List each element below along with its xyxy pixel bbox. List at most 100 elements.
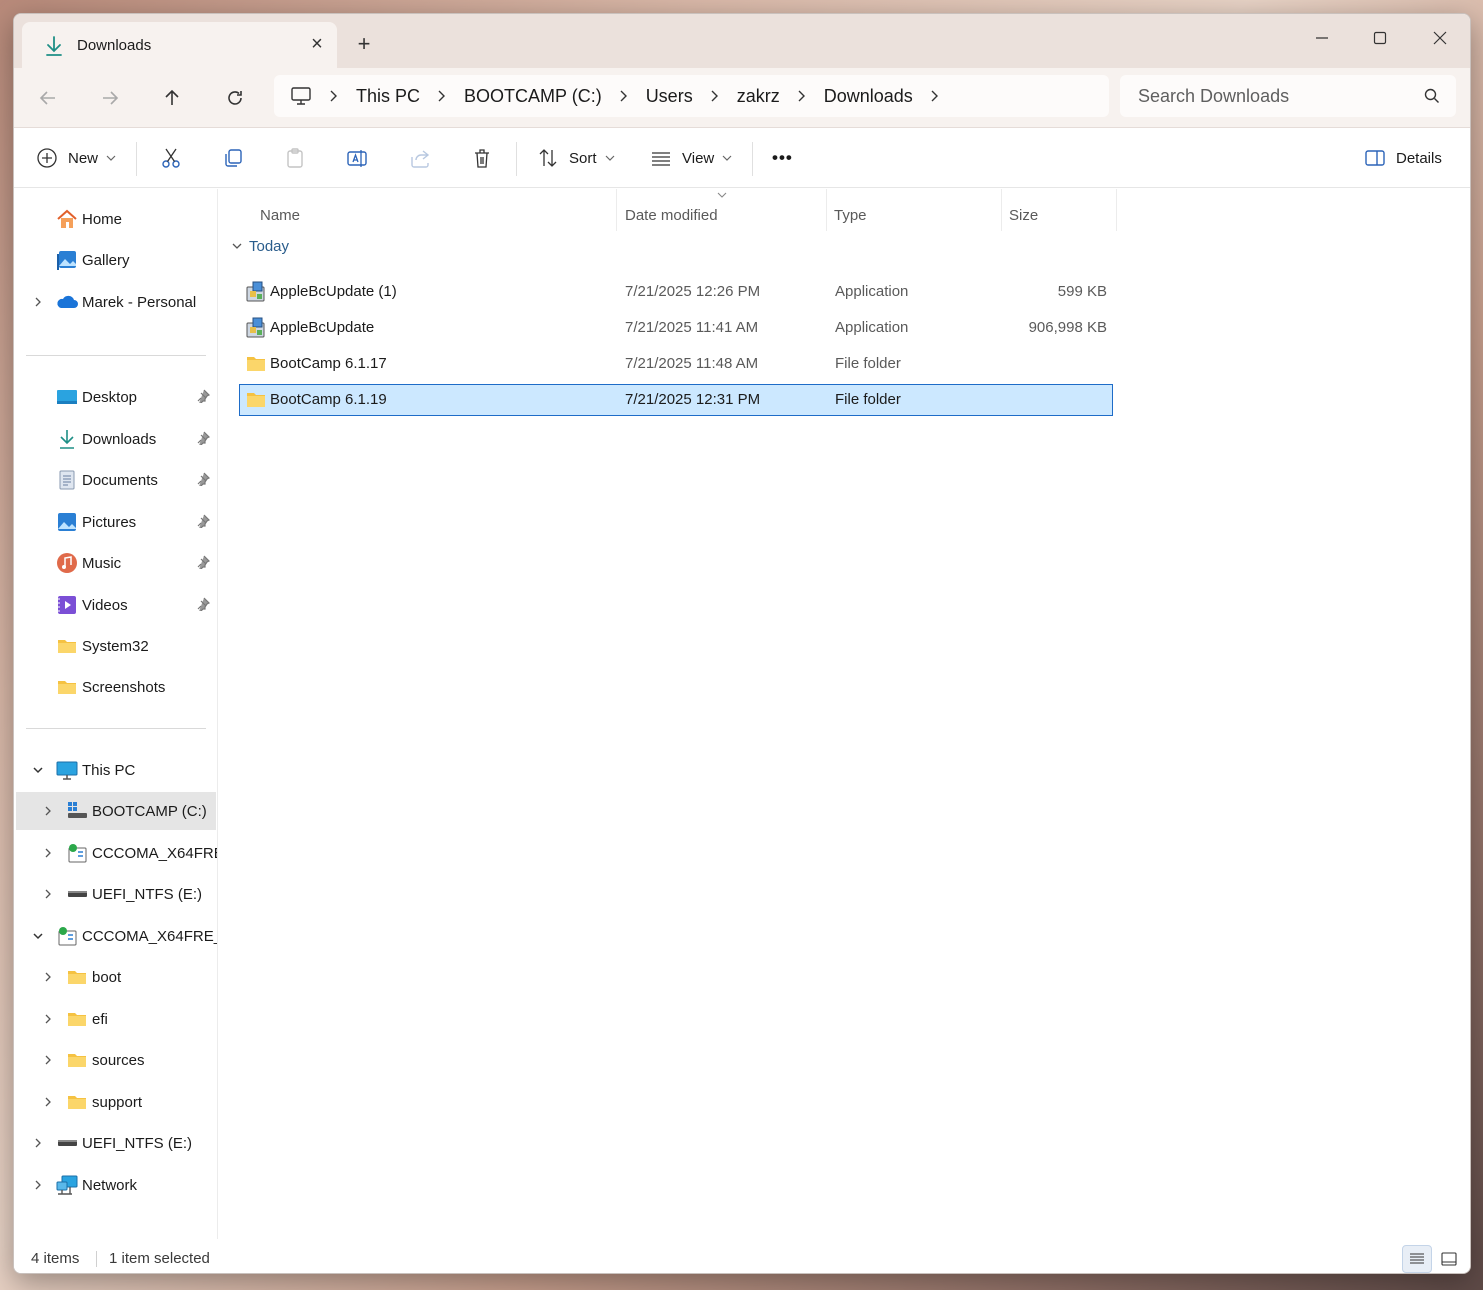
column-header-type[interactable]: Type: [834, 197, 867, 233]
copy-button[interactable]: [222, 142, 244, 174]
sidebar-item-downloads[interactable]: Downloads: [14, 420, 217, 458]
sidebar-item-label: Home: [82, 211, 123, 228]
sidebar-item-sources[interactable]: sources: [14, 1041, 217, 1079]
column-divider[interactable]: [826, 189, 827, 231]
new-button[interactable]: New: [36, 142, 116, 174]
share-button[interactable]: [409, 142, 431, 174]
maximize-button[interactable]: [1358, 20, 1402, 56]
chevron-right-icon[interactable]: [614, 86, 634, 106]
file-row[interactable]: BootCamp 6.1.17 7/21/2025 11:48 AM File …: [239, 348, 1113, 380]
breadcrumb-downloads[interactable]: Downloads: [812, 86, 925, 107]
sidebar-item-boot[interactable]: boot: [14, 958, 217, 996]
file-name: AppleBcUpdate (1): [270, 283, 397, 300]
chevron-right-icon[interactable]: [705, 86, 725, 106]
tiles-view-button[interactable]: [1434, 1245, 1464, 1273]
chevron-right-icon[interactable]: [30, 294, 46, 310]
pin-icon[interactable]: [196, 555, 211, 573]
chevron-right-icon[interactable]: [324, 86, 344, 106]
new-tab-button[interactable]: +: [352, 32, 376, 56]
chevron-right-icon[interactable]: [40, 1052, 56, 1068]
chevron-right-icon[interactable]: [30, 1177, 46, 1193]
sidebar-item-videos[interactable]: Videos: [14, 586, 217, 624]
sidebar-item-system32[interactable]: System32: [14, 627, 217, 665]
chevron-right-icon[interactable]: [40, 845, 56, 861]
chevron-down-icon[interactable]: [30, 762, 46, 778]
file-row[interactable]: AppleBcUpdate 7/21/2025 11:41 AM Applica…: [239, 312, 1113, 344]
group-header-today[interactable]: Today: [231, 234, 289, 258]
file-row-selected[interactable]: BootCamp 6.1.19 7/21/2025 12:31 PM File …: [239, 384, 1113, 416]
pin-icon[interactable]: [196, 514, 211, 532]
breadcrumb-zakrz[interactable]: zakrz: [725, 86, 792, 107]
close-tab-button[interactable]: ×: [305, 32, 329, 56]
paste-button[interactable]: [284, 142, 306, 174]
breadcrumb-bootcamp[interactable]: BOOTCAMP (C:): [452, 86, 614, 107]
pin-icon[interactable]: [196, 389, 211, 407]
chevron-right-icon[interactable]: [40, 969, 56, 985]
refresh-button[interactable]: [219, 82, 251, 114]
chevron-right-icon[interactable]: [925, 86, 945, 106]
close-window-button[interactable]: [1418, 20, 1462, 56]
search-input[interactable]: [1120, 75, 1410, 117]
chevron-right-icon[interactable]: [432, 86, 452, 106]
chevron-right-icon[interactable]: [40, 886, 56, 902]
column-divider[interactable]: [1001, 189, 1002, 231]
selection-count: 1 item selected: [109, 1250, 210, 1267]
address-bar[interactable]: This PC BOOTCAMP (C:) Users zakrz Downlo…: [274, 75, 1109, 117]
sidebar-item-home[interactable]: Home: [14, 200, 217, 238]
sidebar-item-uefi-drive-sub[interactable]: UEFI_NTFS (E:): [14, 875, 217, 913]
pin-icon[interactable]: [196, 597, 211, 615]
breadcrumb-this-pc[interactable]: This PC: [344, 86, 432, 107]
rename-button[interactable]: [346, 142, 368, 174]
file-name: BootCamp 6.1.19: [270, 391, 387, 408]
chevron-right-icon[interactable]: [40, 803, 56, 819]
sidebar-item-this-pc[interactable]: This PC: [14, 751, 217, 789]
column-divider[interactable]: [1116, 189, 1117, 231]
sidebar-item-screenshots[interactable]: Screenshots: [14, 668, 217, 706]
sort-button[interactable]: Sort: [537, 142, 615, 174]
installer-icon: [245, 281, 267, 303]
sidebar-item-cccoma-drive[interactable]: CCCOMA_X64FRE_: [14, 834, 217, 872]
chevron-down-icon: [605, 155, 614, 161]
chevron-right-icon[interactable]: [40, 1094, 56, 1110]
column-header-size[interactable]: Size: [1009, 197, 1038, 233]
column-divider[interactable]: [616, 189, 617, 231]
up-button[interactable]: [156, 82, 188, 114]
sidebar-item-music[interactable]: Music: [14, 544, 217, 582]
details-view-button[interactable]: [1402, 1245, 1432, 1273]
view-button[interactable]: View: [650, 142, 732, 174]
sidebar-item-uefi-drive[interactable]: UEFI_NTFS (E:): [14, 1124, 217, 1162]
sidebar-item-documents[interactable]: Documents: [14, 461, 217, 499]
sidebar-item-network[interactable]: Network: [14, 1166, 217, 1204]
sidebar-item-efi[interactable]: efi: [14, 1000, 217, 1038]
chevron-right-icon[interactable]: [30, 1135, 46, 1151]
chevron-right-icon[interactable]: [792, 86, 812, 106]
minimize-button[interactable]: [1300, 20, 1344, 56]
sidebar-item-support[interactable]: support: [14, 1083, 217, 1121]
column-header-date[interactable]: Date modified: [625, 197, 718, 233]
sidebar-item-bootcamp-drive[interactable]: BOOTCAMP (C:): [16, 792, 216, 830]
dvd-drive-icon: [56, 925, 78, 947]
forward-button[interactable]: [94, 82, 126, 114]
details-pane-button[interactable]: Details: [1364, 142, 1442, 174]
close-icon: [1433, 31, 1447, 45]
sidebar-item-desktop[interactable]: Desktop: [14, 378, 217, 416]
search-icon[interactable]: [1422, 86, 1442, 106]
sidebar-item-onedrive[interactable]: Marek - Personal: [14, 283, 217, 321]
folder-icon: [66, 1091, 88, 1113]
chevron-right-icon[interactable]: [40, 1011, 56, 1027]
search-box[interactable]: [1120, 75, 1456, 117]
sidebar-item-cccoma-expanded[interactable]: CCCOMA_X64FRE_E: [14, 917, 217, 955]
more-options-button[interactable]: •••: [772, 142, 793, 174]
delete-button[interactable]: [471, 142, 493, 174]
sidebar-item-pictures[interactable]: Pictures: [14, 503, 217, 541]
pin-icon[interactable]: [196, 431, 211, 449]
file-row[interactable]: AppleBcUpdate (1) 7/21/2025 12:26 PM App…: [239, 276, 1113, 308]
breadcrumb-users[interactable]: Users: [634, 86, 705, 107]
cut-button[interactable]: [160, 142, 182, 174]
column-header-name[interactable]: Name: [260, 197, 300, 233]
back-button[interactable]: [32, 82, 64, 114]
sidebar-item-gallery[interactable]: Gallery: [14, 241, 217, 279]
pin-icon[interactable]: [196, 472, 211, 490]
maximize-icon: [1373, 31, 1387, 45]
chevron-down-icon[interactable]: [30, 928, 46, 944]
